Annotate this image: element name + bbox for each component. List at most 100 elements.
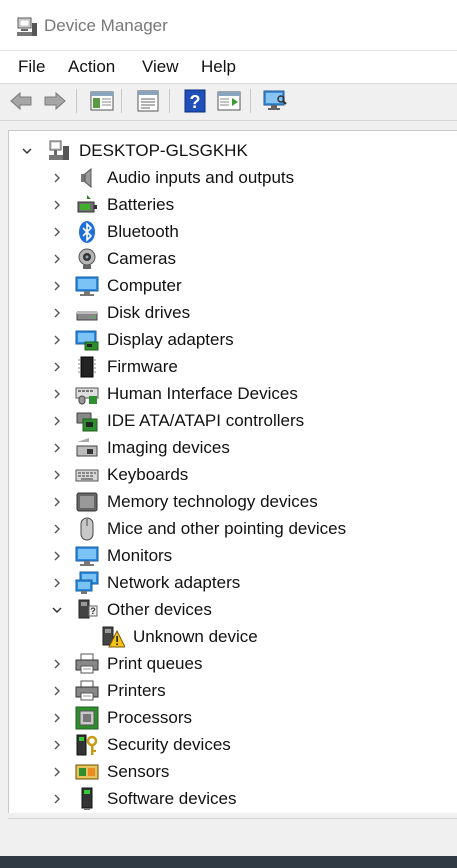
tree-item-label: Security devices bbox=[107, 734, 231, 754]
chevron-right-icon[interactable] bbox=[49, 791, 65, 807]
chevron-right-icon[interactable] bbox=[49, 467, 65, 483]
show-hide-console-tree-button[interactable] bbox=[89, 88, 115, 114]
tree-item-human-interface-devices[interactable]: Human Interface Devices bbox=[49, 380, 298, 407]
chevron-right-icon[interactable] bbox=[49, 764, 65, 780]
device-manager-window: Device Manager File Action View Help ? D… bbox=[0, 0, 457, 856]
back-button[interactable] bbox=[8, 88, 34, 114]
chevron-right-icon[interactable] bbox=[49, 359, 65, 375]
chevron-right-icon[interactable] bbox=[49, 197, 65, 213]
tree-item-label: Batteries bbox=[107, 194, 175, 214]
tree-item-keyboards[interactable]: Keyboards bbox=[49, 461, 188, 488]
chevron-right-icon[interactable] bbox=[49, 521, 65, 537]
tree-item-audio-inputs-outputs[interactable]: Audio inputs and outputs bbox=[49, 164, 294, 191]
tree-item-sensors[interactable]: Sensors bbox=[49, 758, 169, 785]
tree-item-display-adapters[interactable]: Display adapters bbox=[49, 326, 234, 353]
tree-item-computer[interactable]: Computer bbox=[49, 272, 182, 299]
tree-item-label: Monitors bbox=[107, 545, 173, 565]
toolbar-separator bbox=[76, 89, 77, 113]
chevron-right-icon[interactable] bbox=[49, 683, 65, 699]
disk-drive-icon bbox=[75, 301, 99, 325]
bluetooth-icon bbox=[75, 220, 99, 244]
toolbar: ? bbox=[0, 84, 457, 121]
tree-item-network-adapters[interactable]: Network adapters bbox=[49, 569, 240, 596]
chevron-right-icon[interactable] bbox=[49, 656, 65, 672]
help-button[interactable]: ? bbox=[182, 88, 208, 114]
chevron-right-icon[interactable] bbox=[49, 386, 65, 402]
mouse-icon bbox=[75, 517, 99, 541]
tree-item-label: Print queues bbox=[107, 653, 203, 673]
svg-text:?: ? bbox=[190, 92, 201, 112]
tree-item-memory-technology-devices[interactable]: Memory technology devices bbox=[49, 488, 318, 515]
tree-item-unknown-device[interactable]: Unknown device bbox=[101, 623, 258, 650]
tree-item-software-devices[interactable]: Software devices bbox=[49, 785, 236, 812]
chevron-right-icon[interactable] bbox=[49, 278, 65, 294]
show-hide-action-pane-button[interactable] bbox=[216, 88, 242, 114]
chevron-right-icon[interactable] bbox=[49, 575, 65, 591]
chevron-right-icon[interactable] bbox=[49, 737, 65, 753]
monitor-icon bbox=[75, 274, 99, 298]
chevron-down-icon[interactable] bbox=[49, 602, 65, 618]
hid-icon bbox=[75, 382, 99, 406]
tree-item-other-devices[interactable]: ? Other devices bbox=[49, 596, 212, 623]
scan-monitor-icon bbox=[263, 90, 287, 110]
unknown-device-warning-icon bbox=[101, 625, 125, 649]
sensor-icon bbox=[75, 760, 99, 784]
tree-root-computer[interactable]: DESKTOP-GLSGKHK bbox=[19, 137, 248, 164]
computer-tower-icon bbox=[47, 139, 71, 163]
tree-item-label: Processors bbox=[107, 707, 193, 727]
tree-item-disk-drives[interactable]: Disk drives bbox=[49, 299, 190, 326]
tree-item-firmware[interactable]: Firmware bbox=[49, 353, 178, 380]
chevron-right-icon[interactable] bbox=[49, 548, 65, 564]
properties-button[interactable] bbox=[135, 88, 161, 114]
tree-item-print-queues[interactable]: Print queues bbox=[49, 650, 202, 677]
webcam-icon bbox=[75, 247, 99, 271]
tree-item-ide-ata-atapi[interactable]: IDE ATA/ATAPI controllers bbox=[49, 407, 304, 434]
chevron-right-icon[interactable] bbox=[49, 494, 65, 510]
menu-file[interactable]: File bbox=[18, 57, 45, 77]
chevron-right-icon[interactable] bbox=[49, 710, 65, 726]
console-tree-icon bbox=[90, 91, 114, 111]
tree-item-label: Computer bbox=[107, 275, 182, 295]
tree-item-batteries[interactable]: Batteries bbox=[49, 191, 174, 218]
tree-item-monitors[interactable]: Monitors bbox=[49, 542, 172, 569]
menu-action[interactable]: Action bbox=[68, 57, 115, 77]
tree-item-printers[interactable]: Printers bbox=[49, 677, 166, 704]
chevron-right-icon[interactable] bbox=[49, 413, 65, 429]
chevron-right-icon[interactable] bbox=[49, 170, 65, 186]
device-tree: DESKTOP-GLSGKHK Audio inputs and outputs… bbox=[8, 130, 457, 813]
tree-item-label: Printers bbox=[107, 680, 166, 700]
tree-item-label: Firmware bbox=[107, 356, 178, 376]
chevron-right-icon[interactable] bbox=[49, 251, 65, 267]
action-pane-icon bbox=[217, 91, 241, 111]
menu-help[interactable]: Help bbox=[201, 57, 236, 77]
menu-view[interactable]: View bbox=[142, 57, 179, 77]
tree-item-label: Mice and other pointing devices bbox=[107, 518, 347, 538]
memory-device-icon bbox=[75, 490, 99, 514]
tree-item-label: Human Interface Devices bbox=[107, 383, 298, 403]
chevron-right-icon[interactable] bbox=[49, 440, 65, 456]
status-bar bbox=[8, 818, 457, 855]
forward-arrow-icon bbox=[44, 91, 66, 111]
forward-button[interactable] bbox=[42, 88, 68, 114]
chevron-right-icon[interactable] bbox=[49, 332, 65, 348]
chevron-right-icon[interactable] bbox=[49, 224, 65, 240]
ide-controller-icon bbox=[75, 409, 99, 433]
tree-item-bluetooth[interactable]: Bluetooth bbox=[49, 218, 179, 245]
tree-item-label: Imaging devices bbox=[107, 437, 230, 457]
printer-icon bbox=[75, 679, 99, 703]
printer-queue-icon bbox=[75, 652, 99, 676]
tree-item-imaging-devices[interactable]: Imaging devices bbox=[49, 434, 230, 461]
tree-item-label: Audio inputs and outputs bbox=[107, 167, 295, 187]
chevron-down-icon[interactable] bbox=[19, 143, 35, 159]
tree-item-mice[interactable]: Mice and other pointing devices bbox=[49, 515, 346, 542]
tree-item-label: Keyboards bbox=[107, 464, 189, 484]
scan-hardware-changes-button[interactable] bbox=[262, 88, 288, 114]
tree-item-cameras[interactable]: Cameras bbox=[49, 245, 176, 272]
toolbar-separator bbox=[121, 89, 122, 113]
tree-item-processors[interactable]: Processors bbox=[49, 704, 192, 731]
tree-item-label: Network adapters bbox=[107, 572, 241, 592]
chevron-right-icon[interactable] bbox=[49, 305, 65, 321]
firmware-chip-icon bbox=[75, 355, 99, 379]
tree-item-label: Software devices bbox=[107, 788, 237, 808]
tree-item-security-devices[interactable]: Security devices bbox=[49, 731, 231, 758]
